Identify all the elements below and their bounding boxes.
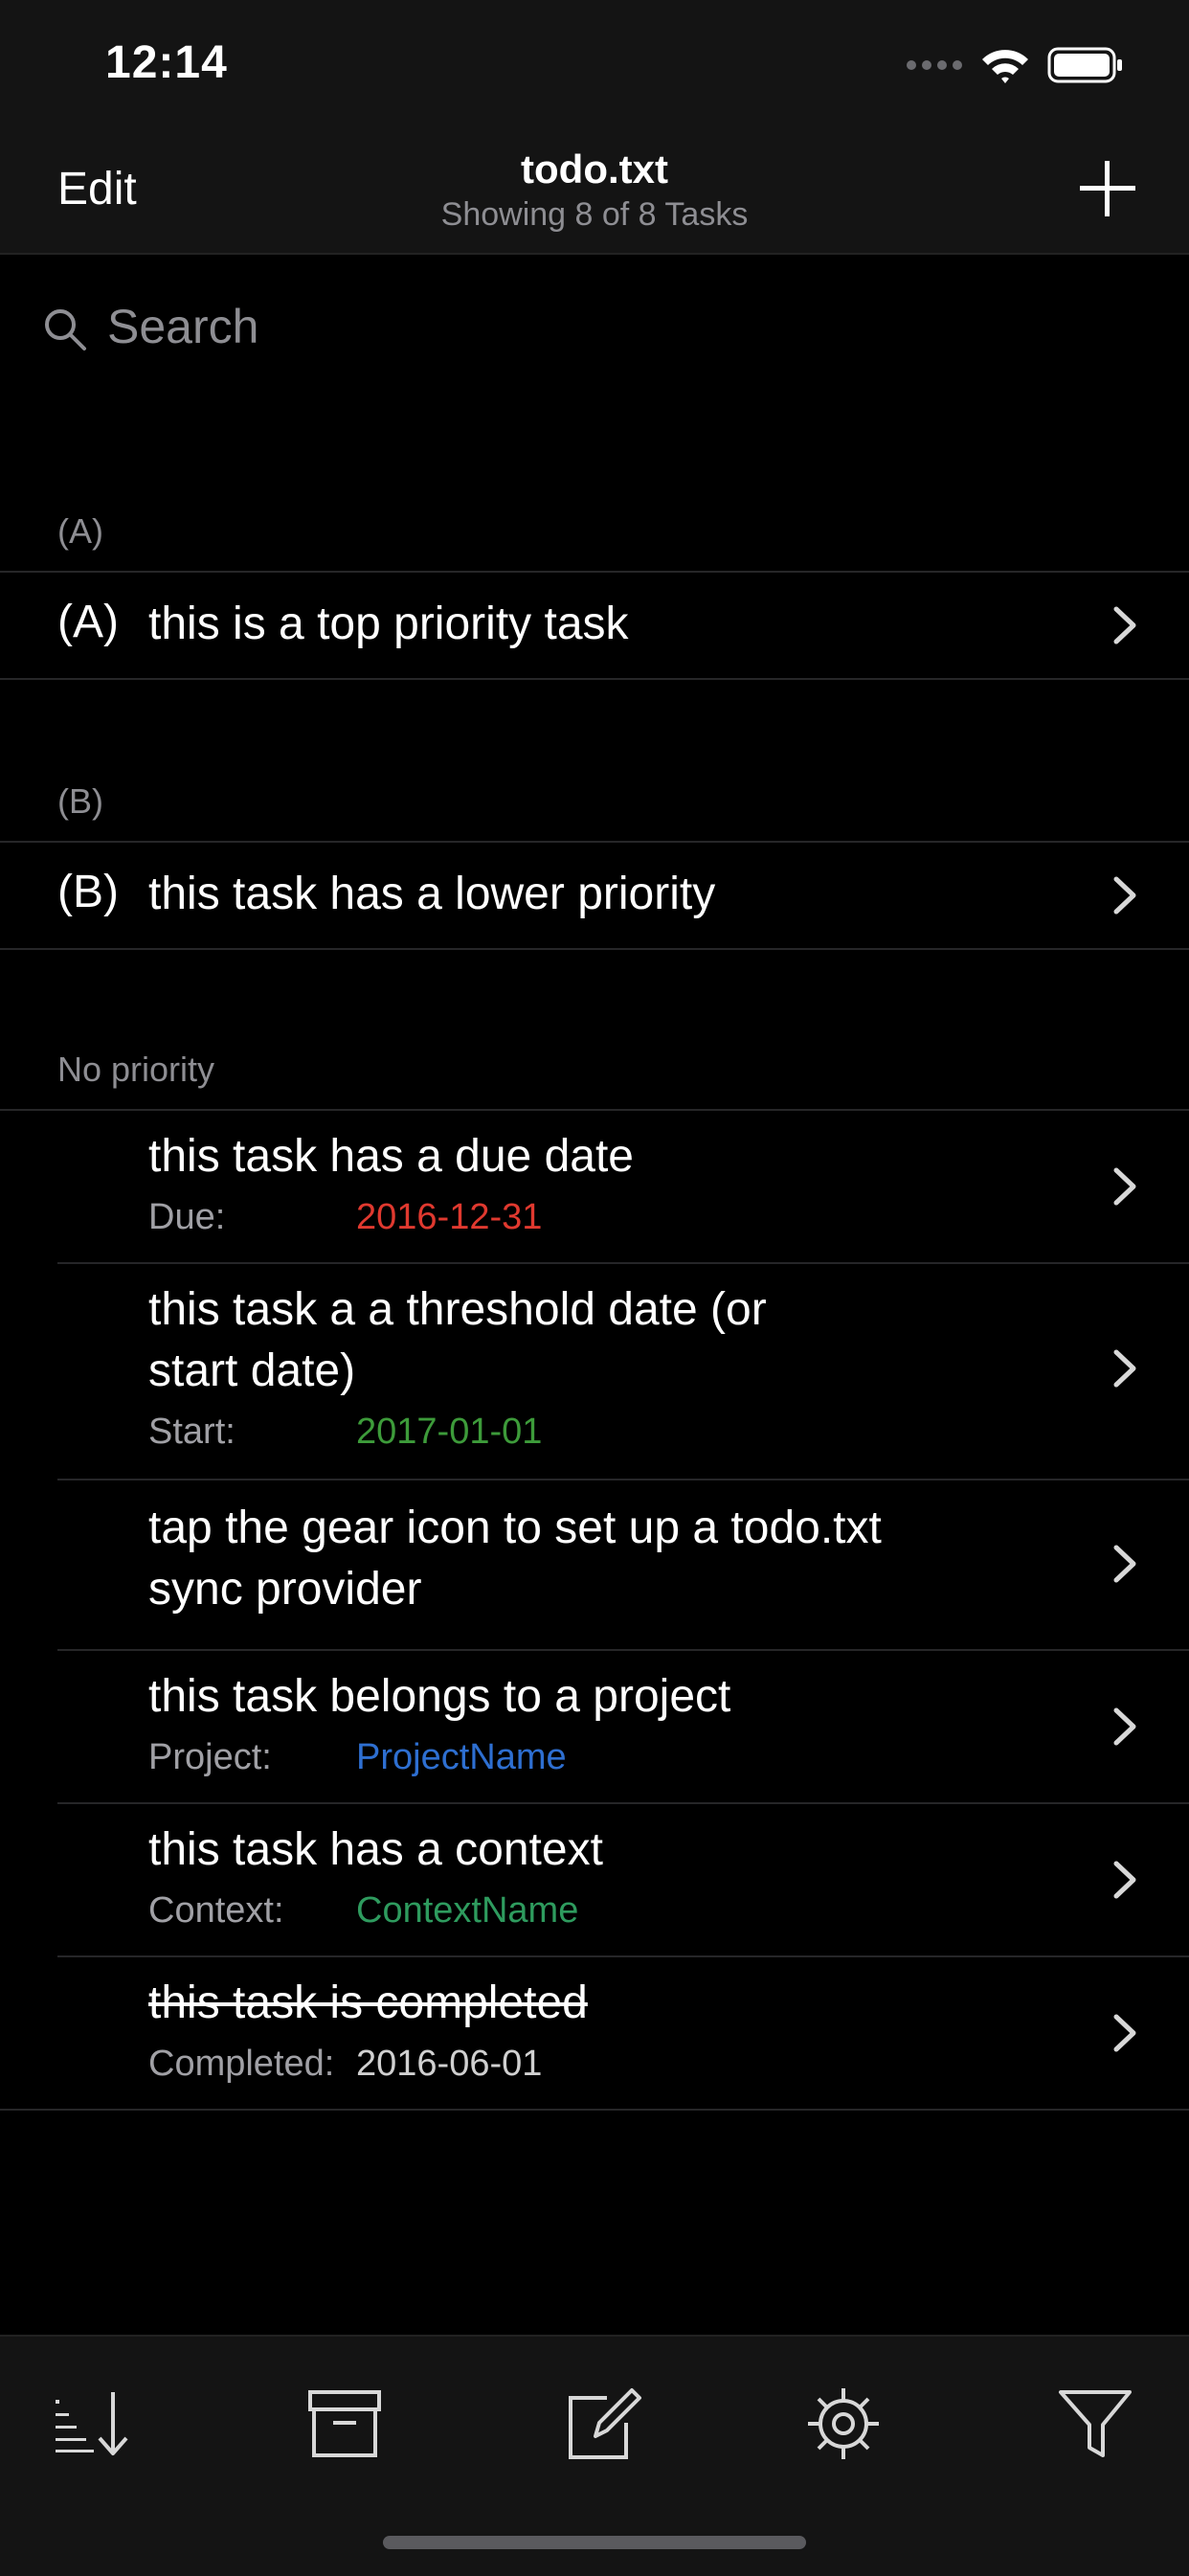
task-text-line-1: this task a a threshold date (or <box>148 1284 767 1335</box>
chevron-right-icon <box>1113 1707 1136 1746</box>
context-label: Context: <box>148 1890 284 1931</box>
archive-icon[interactable] <box>303 2381 389 2467</box>
status-time: 12:14 <box>105 37 228 88</box>
separator <box>0 948 1189 950</box>
navigation-bar: Edit todo.txt Showing 8 of 8 Tasks <box>0 126 1189 255</box>
wifi-icon <box>982 50 1028 83</box>
chevron-right-icon <box>1113 876 1136 915</box>
task-priority: (B) <box>57 867 119 917</box>
task-text: this task has a context <box>148 1824 603 1875</box>
sort-icon[interactable] <box>50 2381 136 2467</box>
due-label: Due: <box>148 1197 226 1237</box>
chevron-right-icon <box>1113 2014 1136 2052</box>
task-text: this task has a due date <box>148 1131 634 1182</box>
page-title: todo.txt <box>521 147 668 192</box>
compose-icon[interactable] <box>561 2381 647 2467</box>
task-row[interactable]: this task has a due date Due: 2016-12-31 <box>0 1111 1189 1262</box>
project-label: Project: <box>148 1737 272 1777</box>
filter-icon[interactable] <box>1053 2381 1139 2467</box>
task-text: this task has a lower priority <box>148 869 716 919</box>
task-text: this is a top priority task <box>148 599 629 649</box>
plus-icon <box>1080 161 1135 216</box>
separator <box>0 678 1189 680</box>
task-count-subtitle: Showing 8 of 8 Tasks <box>440 196 749 233</box>
task-row[interactable]: this task has a context Context: Context… <box>0 1804 1189 1955</box>
nav-title-group: todo.txt Showing 8 of 8 Tasks <box>0 146 1189 236</box>
chevron-right-icon <box>1113 1861 1136 1899</box>
task-text-line-1: tap the gear icon to set up a todo.txt <box>148 1503 882 1553</box>
task-row[interactable]: (B) this task has a lower priority <box>0 843 1189 948</box>
chevron-right-icon <box>1113 1545 1136 1583</box>
search-bar <box>0 255 1189 408</box>
chevron-right-icon <box>1113 1167 1136 1206</box>
task-text: this task belongs to a project <box>148 1671 731 1722</box>
chevron-right-icon <box>1113 606 1136 644</box>
separator <box>0 2109 1189 2111</box>
task-row[interactable]: this task belongs to a project Project: … <box>0 1651 1189 1802</box>
start-label: Start: <box>148 1412 236 1452</box>
search-icon <box>45 309 86 350</box>
status-icons <box>906 44 1124 86</box>
task-text-line-2: sync provider <box>148 1564 422 1615</box>
status-bar: 12:14 <box>0 0 1189 126</box>
section-header-a: (A) <box>57 511 103 551</box>
task-row[interactable]: this task a a threshold date (or start d… <box>0 1264 1189 1479</box>
cellular-signal-icon <box>907 60 962 70</box>
battery-icon <box>1047 47 1122 83</box>
add-task-button[interactable] <box>1074 155 1141 222</box>
due-date-value: 2016-12-31 <box>356 1197 543 1237</box>
home-indicator[interactable] <box>383 2536 806 2549</box>
completed-date-value: 2016-06-01 <box>356 2044 543 2084</box>
task-row[interactable]: tap the gear icon to set up a todo.txt s… <box>0 1480 1189 1649</box>
task-text-completed: this task is completed <box>148 1977 588 2028</box>
gear-icon[interactable] <box>800 2381 886 2467</box>
section-header-no-priority: No priority <box>57 1050 215 1089</box>
project-value: ProjectName <box>356 1737 567 1777</box>
context-value: ContextName <box>356 1890 579 1931</box>
search-input[interactable] <box>107 293 1112 360</box>
task-text-line-2: start date) <box>148 1345 356 1396</box>
task-row[interactable]: (A) this is a top priority task <box>0 573 1189 678</box>
chevron-right-icon <box>1113 1349 1136 1388</box>
section-header-b: (B) <box>57 781 103 821</box>
task-priority: (A) <box>57 597 119 647</box>
start-date-value: 2017-01-01 <box>356 1412 543 1452</box>
completed-label: Completed: <box>148 2044 335 2084</box>
task-row[interactable]: this task is completed Completed: 2016-0… <box>0 1957 1189 2109</box>
